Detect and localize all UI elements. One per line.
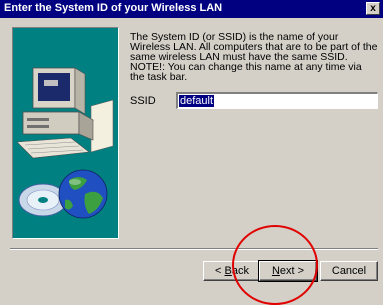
back-label: ack: [231, 265, 249, 277]
divider: [10, 248, 378, 250]
back-accelerator: B: [224, 265, 232, 277]
close-button[interactable]: x: [366, 2, 380, 15]
title-bar: Enter the System ID of your Wireless LAN…: [0, 0, 383, 18]
computer-icon: [16, 67, 114, 219]
close-icon: x: [370, 3, 376, 14]
back-button[interactable]: < Back: [203, 261, 261, 281]
next-button[interactable]: Next >: [258, 260, 318, 282]
next-label: ext >: [279, 265, 305, 277]
ssid-value: default: [179, 95, 215, 107]
cancel-button[interactable]: Cancel: [320, 261, 378, 281]
description: The System ID (or SSID) is the name of y…: [130, 31, 378, 83]
next-accelerator: N: [271, 265, 280, 277]
ssid-input[interactable]: default: [176, 92, 378, 109]
wizard-illustration: [12, 27, 119, 239]
ssid-label: SSID: [130, 95, 156, 107]
cancel-label: Cancel: [331, 265, 367, 277]
back-arrow: <: [215, 265, 225, 277]
description-text: The System ID (or SSID) is the name of y…: [130, 31, 378, 63]
note-text: NOTE!: You can change this name at any t…: [130, 61, 362, 83]
globe-icon: [58, 169, 108, 219]
window-title: Enter the System ID of your Wireless LAN: [4, 2, 223, 14]
